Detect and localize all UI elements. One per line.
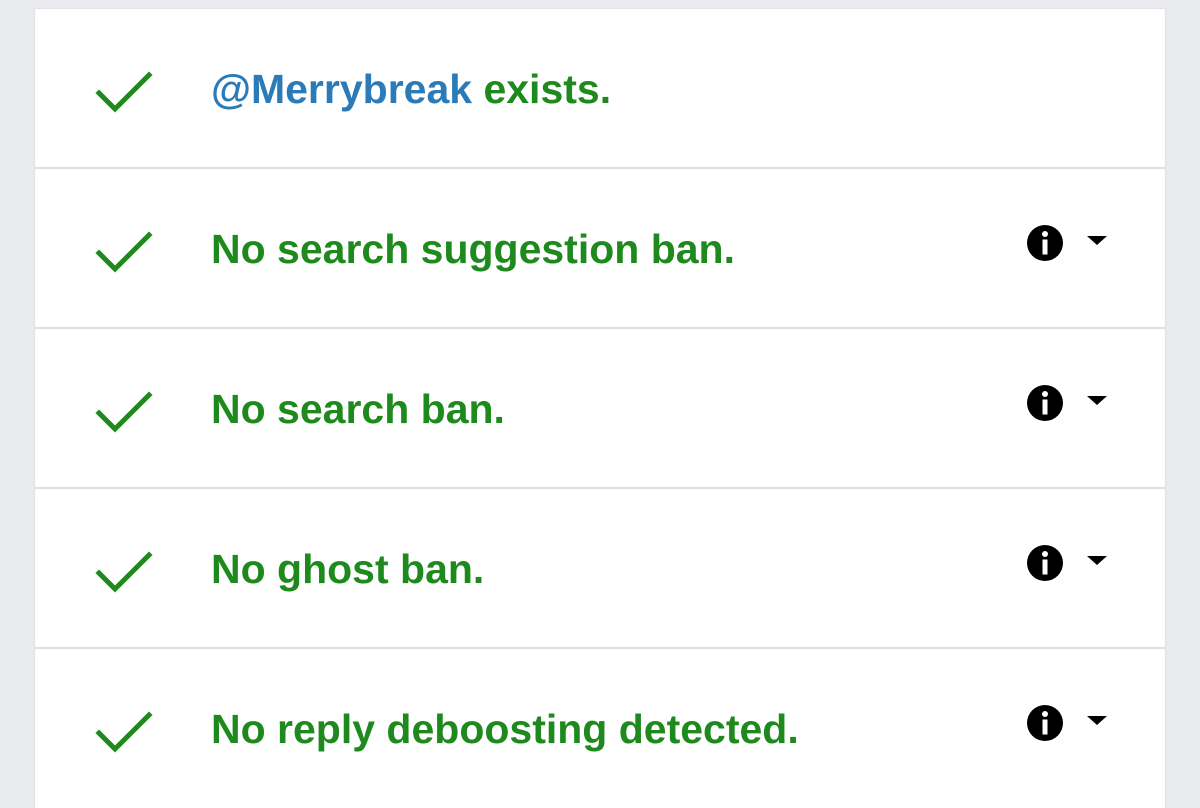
- check-icon: [95, 71, 153, 113]
- results-card: @Merrybreak exists. No search suggestion…: [35, 9, 1165, 808]
- result-row-ghost-ban: No ghost ban.: [35, 489, 1165, 649]
- info-icon[interactable]: [1025, 383, 1065, 423]
- result-label: exists.: [472, 66, 612, 112]
- user-handle-link[interactable]: @Merrybreak: [211, 66, 472, 112]
- result-label: No reply deboosting detected.: [211, 706, 799, 752]
- result-label: No search ban.: [211, 386, 505, 432]
- info-icon[interactable]: [1025, 703, 1065, 743]
- result-text-exists: @Merrybreak exists.: [211, 63, 611, 115]
- result-label: No ghost ban.: [211, 546, 485, 592]
- result-row-search-ban: No search ban.: [35, 329, 1165, 489]
- info-icon[interactable]: [1025, 543, 1065, 583]
- chevron-down-icon[interactable]: [1085, 553, 1109, 567]
- check-icon: [95, 711, 153, 753]
- check-icon: [95, 231, 153, 273]
- result-row-reply-deboosting: No reply deboosting detected.: [35, 649, 1165, 807]
- chevron-down-icon[interactable]: [1085, 713, 1109, 727]
- chevron-down-icon[interactable]: [1085, 233, 1109, 247]
- result-label: No search suggestion ban.: [211, 226, 735, 272]
- info-icon[interactable]: [1025, 223, 1065, 263]
- result-row-search-suggestion-ban: No search suggestion ban.: [35, 169, 1165, 329]
- check-icon: [95, 551, 153, 593]
- chevron-down-icon[interactable]: [1085, 393, 1109, 407]
- result-row-exists: @Merrybreak exists.: [35, 9, 1165, 169]
- check-icon: [95, 391, 153, 433]
